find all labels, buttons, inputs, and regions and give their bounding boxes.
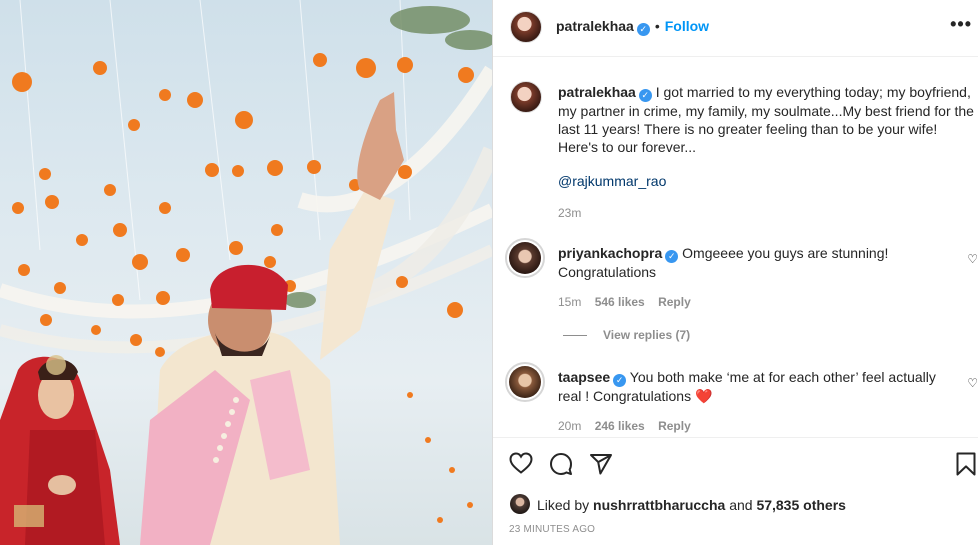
follow-button[interactable]: Follow [665, 18, 709, 34]
comment-username[interactable]: taapsee [558, 369, 610, 385]
comment-likes[interactable]: 246 likes [595, 419, 645, 433]
replies-line [563, 335, 587, 337]
comment-likes[interactable]: 546 likes [595, 295, 645, 309]
post-sidebar: patralekhaa ✓ • Follow ••• patralekhaa ✓ I g… [493, 0, 978, 545]
caption: patralekhaa ✓ I got married to my everyth… [558, 83, 978, 156]
comment-avatar[interactable] [509, 366, 541, 398]
caption-time[interactable]: 23m [558, 206, 581, 220]
bookmark-icon[interactable] [955, 452, 977, 476]
liker-username[interactable]: nushrrattbharuccha [593, 497, 725, 513]
verified-badge-icon: ✓ [613, 374, 627, 387]
liker-avatar[interactable] [510, 494, 530, 514]
mention-link[interactable]: @rajkummar_rao [558, 172, 666, 190]
share-icon[interactable] [589, 452, 613, 476]
comment-meta: 15m 546 likes Reply [558, 295, 691, 309]
comment-like-icon[interactable]: ♡ [967, 252, 978, 266]
comment-avatar[interactable] [509, 242, 541, 274]
separator-dot: • [654, 18, 660, 34]
view-replies-button[interactable]: View replies (7) [563, 328, 690, 342]
comment-meta: 20m 246 likes Reply [558, 419, 691, 433]
caption-username[interactable]: patralekhaa [558, 84, 636, 100]
header-user-row: patralekhaa ✓ • Follow [556, 18, 709, 36]
others-count[interactable]: 57,835 others [756, 497, 846, 513]
post-timestamp[interactable]: 23 MINUTES AGO [509, 524, 595, 535]
liked-by-prefix: Liked by [537, 497, 590, 513]
reply-button[interactable]: Reply [658, 295, 691, 309]
heart-icon[interactable] [509, 452, 533, 474]
verified-badge-icon: ✓ [638, 89, 652, 102]
verified-badge-icon: ✓ [636, 23, 650, 36]
likes-summary: Liked by nushrrattbharuccha and 57,835 o… [537, 496, 846, 514]
liked-by-and: and [729, 497, 753, 513]
verified-badge-icon: ✓ [665, 250, 679, 263]
author-avatar[interactable] [510, 11, 542, 43]
actions-divider [493, 437, 978, 438]
comment-body: taapsee ✓ You both make ‘me at for each o… [558, 368, 953, 405]
post-photo[interactable] [0, 0, 492, 545]
red-heart-emoji: ❤️ [694, 388, 713, 404]
comment-time[interactable]: 15m [558, 295, 581, 309]
post-header: patralekhaa ✓ • Follow ••• [493, 0, 978, 57]
reply-button[interactable]: Reply [658, 419, 691, 433]
caption-avatar[interactable] [510, 81, 542, 113]
view-replies-label: View replies (7) [603, 328, 691, 342]
comment-time[interactable]: 20m [558, 419, 581, 433]
comment-body: priyankachopra ✓ Omgeeee you guys are stu… [558, 244, 953, 281]
comment-icon[interactable] [549, 452, 573, 476]
author-username[interactable]: patralekhaa [556, 18, 634, 34]
more-options-icon[interactable]: ••• [950, 14, 972, 35]
comment-like-icon[interactable]: ♡ [967, 376, 978, 390]
comment-username[interactable]: priyankachopra [558, 245, 662, 261]
wedding-photo [0, 0, 492, 545]
